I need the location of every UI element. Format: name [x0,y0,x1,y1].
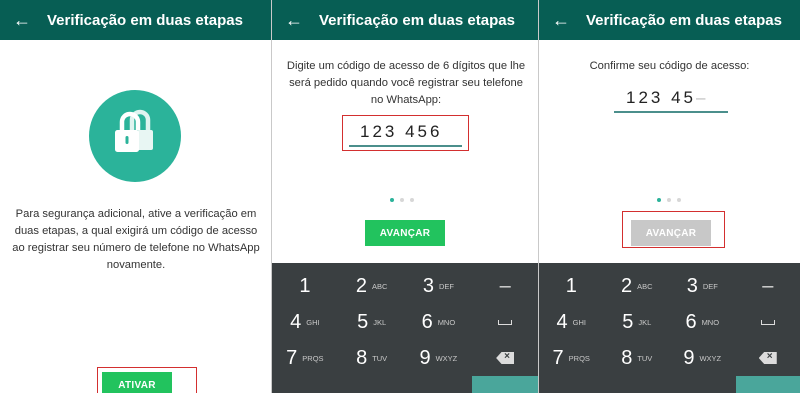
key-7[interactable]: 7 PRQS [272,340,338,376]
key-5[interactable]: 5 JKL [605,304,670,340]
key-6[interactable]: 6 MNO [406,304,472,340]
page-dot [400,198,404,202]
screen-title: Verificação em duas etapas [319,11,515,29]
numeric-keypad: 1 2 ABC 3 DEF – 4 GHI 5 JKL 6 MNO 7 PRQS 8 TUV … [539,263,800,393]
space-key-icon[interactable] [472,304,538,340]
backspace-key-icon[interactable]: × [736,340,800,376]
numeric-keypad: 1 2 ABC 3 DEF – 4 GHI 5 JKL 6 MNO 7 PRQS 8 TUV … [272,263,538,393]
key-3[interactable]: 3 DEF [670,268,735,304]
screen-enable-two-step: ← Verificação em duas etapas Para segura… [0,0,271,393]
back-arrow-icon[interactable]: ← [13,11,35,29]
key-row4[interactable] [272,376,338,393]
key-dash[interactable]: – [736,268,800,304]
key-5[interactable]: 5 JKL [339,304,405,340]
page-indicator [657,198,681,202]
app-bar: ← Verificação em duas etapas [272,0,538,40]
back-arrow-icon[interactable]: ← [552,11,574,29]
key-dash[interactable]: – [472,268,538,304]
enter-key[interactable] [735,376,800,393]
key-row4[interactable] [539,376,604,393]
key-9[interactable]: 9 WXYZ [670,340,735,376]
key-2[interactable]: 2 ABC [605,268,670,304]
key-1[interactable]: 1 [539,268,604,304]
confirm-code-input[interactable]: 123 45– [626,88,708,108]
key-6[interactable]: 6 MNO [670,304,735,340]
highlight-box [97,367,197,393]
app-bar: ← Verificação em duas etapas [539,0,800,40]
back-arrow-icon[interactable]: ← [285,11,307,29]
key-8[interactable]: 8 TUV [605,340,670,376]
key-3[interactable]: 3 DEF [406,268,472,304]
highlight-box [342,115,469,151]
key-8[interactable]: 8 TUV [339,340,405,376]
screen-title: Verificação em duas etapas [47,11,243,29]
screen-title: Verificação em duas etapas [586,11,782,29]
screen-confirm-code: ← Verificação em duas etapas Confirme se… [539,0,800,393]
highlight-box [622,211,725,248]
screen-enter-code: ← Verificação em duas etapas Digite um c… [272,0,538,393]
space-key-icon[interactable] [736,304,800,340]
lock-icon [89,90,181,182]
page-dot [677,198,681,202]
page-indicator [390,198,414,202]
key-row4[interactable] [605,376,670,393]
key-2[interactable]: 2 ABC [339,268,405,304]
instruction-text: Digite um código de acesso de 6 dígitos … [286,60,526,106]
key-9[interactable]: 9 WXYZ [406,340,472,376]
app-bar: ← Verificação em duas etapas [0,0,271,40]
key-row4[interactable] [670,376,735,393]
key-1[interactable]: 1 [272,268,338,304]
enter-key[interactable] [472,376,538,393]
key-row4[interactable] [406,376,472,393]
key-row4[interactable] [339,376,405,393]
page-dot-active [390,198,394,202]
backspace-key-icon[interactable]: × [472,340,538,376]
key-4[interactable]: 4 GHI [539,304,604,340]
page-dot [667,198,671,202]
key-4[interactable]: 4 GHI [272,304,338,340]
page-dot [410,198,414,202]
next-button[interactable]: AVANÇAR [365,220,445,246]
page-dot-active [657,198,661,202]
instruction-text: Confirme seu código de acesso: [589,60,750,72]
description-text: Para segurança adicional, ative a verifi… [12,208,260,271]
key-7[interactable]: 7 PRQS [539,340,604,376]
code-input-underline [614,111,728,113]
